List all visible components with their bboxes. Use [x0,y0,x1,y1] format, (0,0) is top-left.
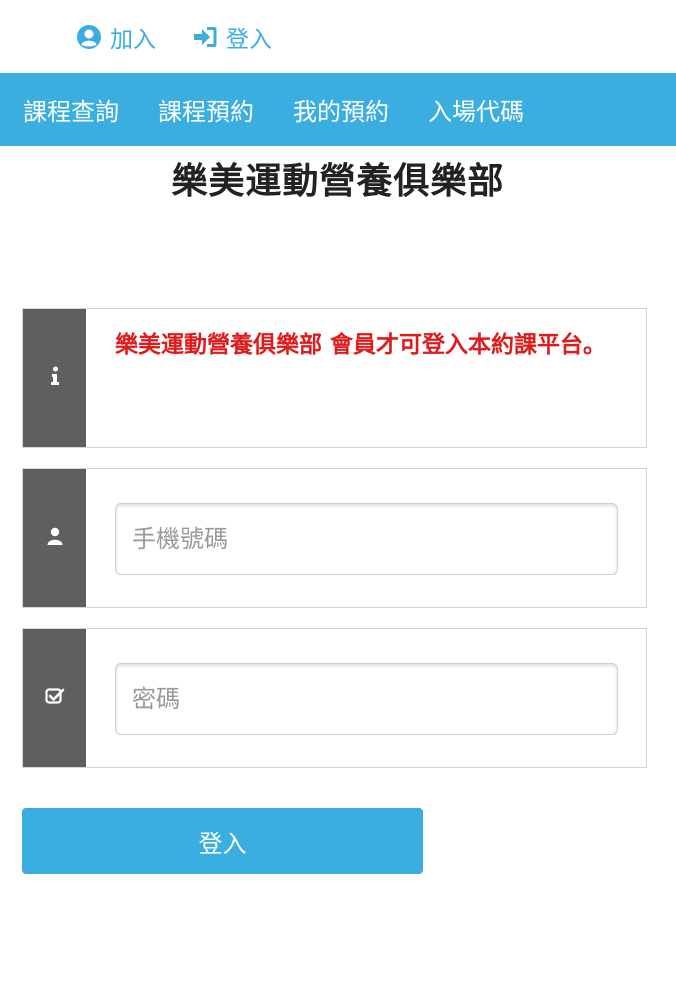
top-links: 加入 登入 [76,18,272,56]
join-link[interactable]: 加入 [76,20,156,54]
user-circle-icon [76,24,102,50]
login-link-label: 登入 [226,27,272,53]
phone-panel-side [23,469,86,607]
phone-input[interactable] [115,503,618,575]
user-icon [46,527,64,549]
nav-item-my-bookings[interactable]: 我的預約 [270,92,389,127]
sign-in-icon [192,25,218,49]
password-panel-side [23,629,86,767]
nav-item-course-booking[interactable]: 課程預約 [135,92,254,127]
password-input[interactable] [115,663,618,735]
nav-item-course-search[interactable]: 課程查詢 [0,92,119,127]
login-button[interactable]: 登入 [22,808,423,874]
page-title: 樂美運動營養俱樂部 [171,161,505,202]
notice-text: 樂美運動營養俱樂部 會員才可登入本約課平台。 [115,332,607,358]
join-link-label: 加入 [110,27,156,53]
nav-item-entry-code[interactable]: 入場代碼 [405,92,524,127]
notice-panel: 樂美運動營養俱樂部 會員才可登入本約課平台。 [22,308,647,448]
phone-panel [22,468,647,608]
info-icon [50,366,60,390]
login-link[interactable]: 登入 [192,20,272,54]
main-nav: 課程查詢 課程預約 我的預約 入場代碼 [0,73,676,146]
notice-panel-side [23,309,86,447]
check-square-icon [44,687,65,709]
password-panel [22,628,647,768]
